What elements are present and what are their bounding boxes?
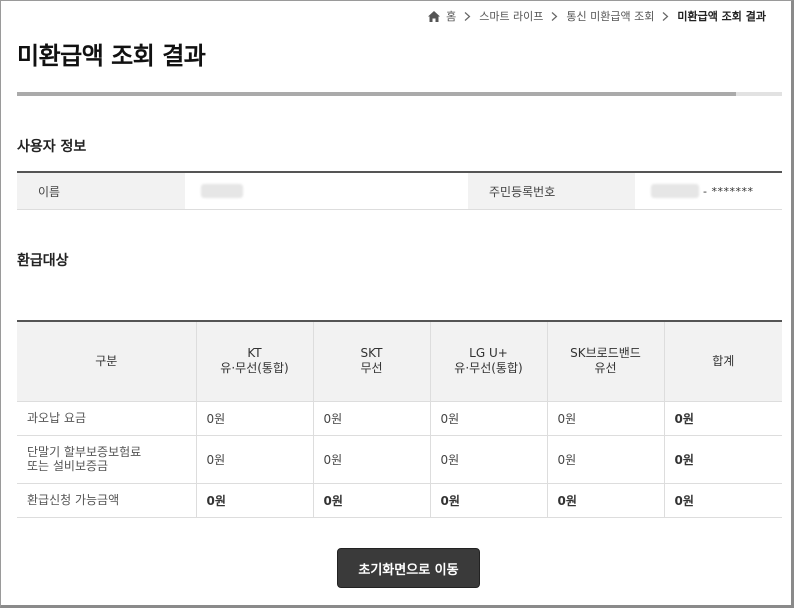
cell-lgu: 0원 xyxy=(430,483,548,518)
name-value xyxy=(185,173,468,209)
redacted-rrn xyxy=(651,184,699,198)
cell-kt: 0원 xyxy=(196,435,314,484)
cell-total: 0원 xyxy=(664,401,782,436)
cell-skt: 0원 xyxy=(313,483,431,518)
rrn-label: 주민등록번호 xyxy=(468,173,635,209)
breadcrumb-home[interactable]: 홈 xyxy=(446,8,456,24)
cell-lgu: 0원 xyxy=(430,401,548,436)
header-lgu: LG U+ 유·무선(통합) xyxy=(430,321,548,402)
progress-bar xyxy=(17,92,782,96)
row-label-overpayment: 과오납 요금 xyxy=(17,401,197,436)
header-skb: SK브로드밴드 유선 xyxy=(547,321,665,402)
cell-skb: 0원 xyxy=(547,401,665,436)
rrn-value: - ******* xyxy=(635,173,782,209)
home-icon[interactable] xyxy=(428,10,441,22)
cell-skt: 0원 xyxy=(313,401,431,436)
cell-kt: 0원 xyxy=(196,483,314,518)
go-to-start-button[interactable]: 초기화면으로 이동 xyxy=(337,548,480,588)
breadcrumb-current: 미환급액 조회 결과 xyxy=(677,10,766,23)
chevron-right-icon xyxy=(464,11,471,21)
table-header-row: 구분 KT 유·무선(통합) SKT 무선 LG U+ 유·무선(통합) SK브로드밴… xyxy=(17,321,782,402)
breadcrumb-refund-lookup[interactable]: 통신 미환급액 조회 xyxy=(566,8,654,24)
breadcrumb: 홈 스마트 라이프 통신 미환급액 조회 미환급액 조회 결과 xyxy=(428,8,766,24)
chevron-right-icon xyxy=(552,11,558,21)
header-kt: KT 유·무선(통합) xyxy=(196,321,314,402)
refund-section-title: 환급대상 xyxy=(17,253,69,269)
cell-skb: 0원 xyxy=(547,483,665,518)
cell-skb: 0원 xyxy=(547,435,665,484)
cell-skt: 0원 xyxy=(313,435,431,484)
progress-bar-fill xyxy=(17,92,737,96)
cell-total: 0원 xyxy=(664,435,782,484)
cell-kt: 0원 xyxy=(196,401,314,436)
user-info-section-title: 사용자 정보 xyxy=(17,139,87,155)
row-label-refundable-amount: 환급신청 가능금액 xyxy=(17,483,197,518)
table-row: 단말기 할부보증보험료 또는 설비보증금 0원 0원 0원 0원 0원 xyxy=(17,435,782,484)
cell-total: 0원 xyxy=(664,483,782,518)
table-row: 환급신청 가능금액 0원 0원 0원 0원 0원 xyxy=(17,483,782,518)
page-title: 미환급액 조회 결과 xyxy=(17,42,206,70)
header-skt: SKT 무선 xyxy=(313,321,431,402)
chevron-right-icon xyxy=(662,11,669,21)
rrn-masked-suffix: - ******* xyxy=(703,184,754,198)
redacted-name xyxy=(201,184,243,198)
cell-lgu: 0원 xyxy=(430,435,548,484)
table-row: 과오납 요금 0원 0원 0원 0원 0원 xyxy=(17,401,782,436)
header-category: 구분 xyxy=(17,321,197,402)
name-label: 이름 xyxy=(17,173,185,209)
row-label-insurance-deposit: 단말기 할부보증보험료 또는 설비보증금 xyxy=(17,435,197,484)
header-total: 합계 xyxy=(664,321,782,402)
breadcrumb-smart-life[interactable]: 스마트 라이프 xyxy=(479,8,543,24)
refund-table: 구분 KT 유·무선(통합) SKT 무선 LG U+ 유·무선(통합) SK브로드밴… xyxy=(17,320,782,518)
user-info-table: 이름 주민등록번호 - ******* xyxy=(17,171,782,210)
